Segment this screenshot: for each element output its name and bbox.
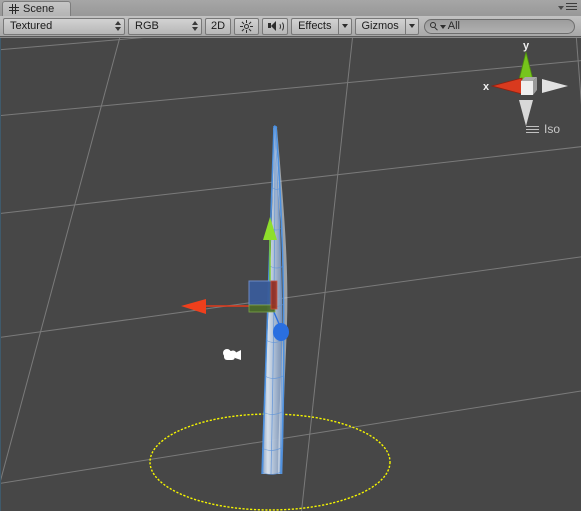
axis-gizmo-x-label: x: [483, 81, 490, 93]
color-mode-label: RGB: [135, 20, 159, 32]
toggle-2d-label: 2D: [211, 20, 226, 32]
gizmos-chevron-down-icon[interactable]: [404, 17, 419, 35]
updown-arrows-icon: [115, 21, 121, 31]
gizmos-label: Gizmos: [354, 17, 405, 35]
lines-menu-icon: [525, 125, 539, 133]
projection-mode-label: Iso: [543, 122, 560, 136]
toggle-audio-button[interactable]: [262, 17, 289, 35]
axis-gizmo-center-cube[interactable]: [521, 81, 533, 95]
speaker-audio-icon: [268, 20, 285, 32]
grid-hash-icon: [9, 4, 19, 14]
effects-dropdown[interactable]: Effects: [291, 17, 352, 35]
projection-mode-toggle[interactable]: Iso: [525, 122, 560, 136]
search-value: All: [447, 20, 461, 32]
gizmos-dropdown[interactable]: Gizmos: [354, 17, 419, 35]
search-input[interactable]: All: [423, 18, 575, 34]
toggle-lighting-button[interactable]: [234, 17, 260, 35]
draw-mode-dropdown[interactable]: Textured: [3, 17, 125, 35]
axis-gizmo-x-cone[interactable]: [490, 77, 523, 95]
scene-toolbar: Textured RGB 2D Effects Gizmos All: [0, 16, 581, 37]
search-magnifier-icon: [429, 21, 439, 31]
updown-arrows-icon: [192, 21, 198, 31]
color-mode-dropdown[interactable]: RGB: [128, 17, 202, 35]
axis-gizmo-z-cone[interactable]: [542, 79, 568, 93]
gizmo-plane-yz[interactable]: [270, 280, 278, 310]
axis-gizmo-y-label: y: [523, 40, 530, 52]
tab-scene-label: Scene: [23, 3, 55, 15]
panel-menu-icon[interactable]: [558, 3, 577, 10]
draw-mode-label: Textured: [10, 20, 53, 32]
tab-bar: Scene: [0, 0, 581, 17]
search-chevron-down-icon[interactable]: [439, 25, 446, 29]
menu-bars-icon: [566, 3, 577, 10]
chevron-down-icon: [558, 5, 564, 10]
toggle-2d-button[interactable]: 2D: [205, 17, 232, 35]
effects-chevron-down-icon[interactable]: [337, 17, 352, 35]
sun-light-icon: [240, 19, 254, 33]
effects-label: Effects: [291, 17, 338, 35]
tab-scene[interactable]: Scene: [2, 1, 72, 16]
scene-viewport[interactable]: y x Iso: [0, 38, 581, 511]
unity-scene-window: Scene Textured RGB 2D Effects Gizmos All…: [0, 0, 581, 511]
